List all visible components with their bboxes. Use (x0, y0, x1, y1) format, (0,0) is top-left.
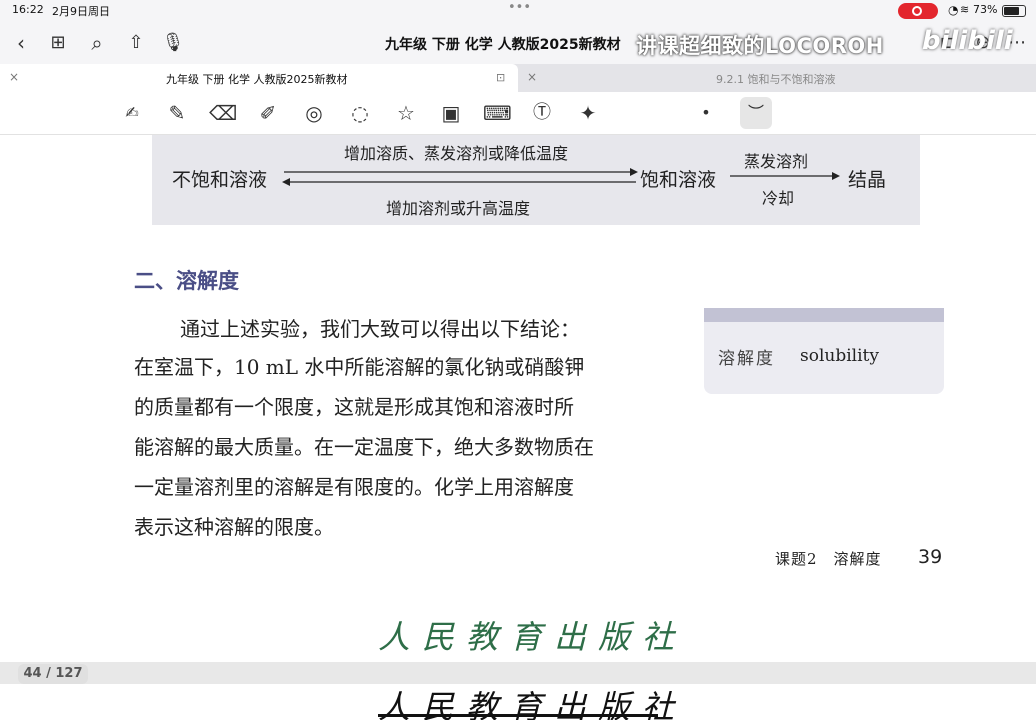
back-icon[interactable]: ‹ (8, 30, 34, 56)
multitask-dots-icon[interactable]: ••• (508, 0, 531, 15)
section-title: 二、溶解度 (134, 269, 239, 293)
battery-icon (1002, 5, 1026, 17)
paragraph-line-1: 通过上述实验，我们大致可以得出以下结论： (180, 317, 580, 341)
close-tab-icon[interactable]: × (527, 70, 537, 84)
signal-icon: ◔ (948, 3, 959, 17)
close-tab-icon[interactable]: × (9, 70, 19, 84)
page-footer-text: 课题2 溶解度 (775, 550, 882, 568)
eraser-icon[interactable]: ⌫ (209, 99, 237, 127)
paragraph-line-6: 表示这种溶解的限度。 (134, 515, 334, 539)
search-icon[interactable]: ⌕ (84, 30, 110, 56)
paragraph-line-2: 在室温下，10 mL 水中所能溶解的氯化钠或硝酸钾 (134, 355, 585, 379)
paragraph-line-3: 的质量都有一个限度，这就是形成其饱和溶液时所 (134, 395, 574, 419)
battery-percent: 73% (973, 3, 998, 16)
paragraph-line-4: 能溶解的最大质量。在一定温度下，绝大多数物质在 (134, 435, 594, 459)
keyboard-icon[interactable]: ⌨ (483, 99, 512, 127)
page-number: 39 (918, 546, 943, 568)
image-icon[interactable]: ▣ (437, 99, 465, 127)
tab-label: 9.2.1 饱和与不饱和溶液 (716, 73, 836, 86)
stroke-dot-icon[interactable]: • (692, 99, 720, 127)
page-counter[interactable]: 44 / 127 (18, 664, 88, 684)
microphone-icon[interactable]: 🎙 (160, 30, 186, 56)
pen-icon[interactable]: ✎ (163, 99, 191, 127)
document-title: 九年级 下册 化学 人教版2025新教材 (385, 37, 621, 53)
pen-style-preview[interactable]: ︶ (740, 97, 772, 129)
bilibili-logo: bilibili (922, 26, 1013, 56)
highlighter-icon[interactable]: ✐ (254, 99, 282, 127)
tab-label: 九年级 下册 化学 人教版2025新教材 (166, 73, 348, 86)
vocabulary-box: 溶解度 solubility (704, 308, 944, 394)
screen-recording-icon[interactable] (898, 3, 938, 19)
conversion-diagram: 不饱和溶液 增加溶质、蒸发溶剂或降低温度 增加溶剂或升高温度 饱和溶液 蒸发溶剂… (152, 135, 920, 225)
annotation-toolbar: ✍ ✎ ⌫ ✐ ◎ ◌ ☆ ▣ ⌨ Ⓣ ✦ • ︶ (0, 92, 1036, 135)
status-date: 2月9日周日 (52, 5, 110, 18)
diagram-arrows (282, 168, 840, 186)
tab-saturated-solution[interactable]: × 9.2.1 饱和与不饱和溶液 (518, 64, 1036, 92)
vocabulary-bar (704, 308, 944, 322)
lasso-ocr-icon[interactable]: ✍ (118, 99, 146, 127)
grid-view-icon[interactable]: ⊞ (45, 30, 71, 56)
split-view-icon[interactable]: ⊡ (496, 71, 505, 84)
lasso-icon[interactable]: ◌ (346, 99, 374, 127)
page-separator (0, 662, 1036, 684)
share-icon[interactable]: ⇧ (123, 30, 149, 56)
status-time: 16:22 (12, 3, 44, 16)
shapes-icon[interactable]: ◎ (300, 99, 328, 127)
status-bar: 16:22 2月9日周日 ••• ◔ ≋ 73% (0, 0, 1036, 22)
publisher-logo: 人民教育出版社 (378, 618, 687, 656)
battery-fill (1004, 7, 1019, 15)
logo-underline (378, 714, 658, 717)
tab-textbook[interactable]: × 九年级 下册 化学 人教版2025新教材 ⊡ (0, 64, 518, 92)
tab-bar: × 九年级 下册 化学 人教版2025新教材 ⊡ × 9.2.1 饱和与不饱和溶… (0, 64, 1036, 92)
next-page[interactable]: 人民教育出版社 (0, 684, 1036, 720)
vocab-term-cn: 溶解度 (718, 349, 775, 369)
video-watermark: 讲课超细致的LOCOROH (636, 34, 884, 58)
laser-pointer-icon[interactable]: ✦ (574, 99, 602, 127)
paragraph-line-5: 一定量溶剂里的溶解是有限度的。化学上用溶解度 (134, 475, 574, 499)
wifi-icon: ≋ (960, 3, 970, 16)
text-box-icon[interactable]: Ⓣ (528, 99, 556, 127)
vocab-term-en: solubility (800, 346, 879, 366)
sticker-icon[interactable]: ☆ (392, 99, 420, 127)
